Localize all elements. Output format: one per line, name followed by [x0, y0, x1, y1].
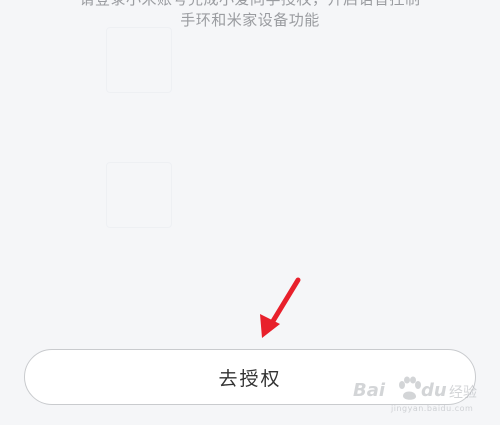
- paw-icon: [399, 376, 421, 400]
- watermark-suffix: 经验: [449, 385, 477, 401]
- red-arrow-annotation: [260, 277, 301, 338]
- watermark-brand-du: du: [421, 380, 447, 401]
- authorization-screen: 请登录小米账号完成小爱同学授权，开启语音控制 手环和米家设备功能 去授权 Bai…: [0, 0, 500, 425]
- watermark-brand: Bai: [353, 380, 386, 401]
- description-line-2: 手环和米家设备功能: [180, 11, 320, 29]
- placeholder-image-2: [106, 162, 172, 228]
- placeholder-image-1: [106, 27, 172, 93]
- baidu-jingyan-watermark: Bai du 经验 jingyan.baidu.com: [353, 372, 493, 420]
- authorize-button-label: 去授权: [218, 367, 282, 390]
- watermark-url: jingyan.baidu.com: [391, 404, 474, 413]
